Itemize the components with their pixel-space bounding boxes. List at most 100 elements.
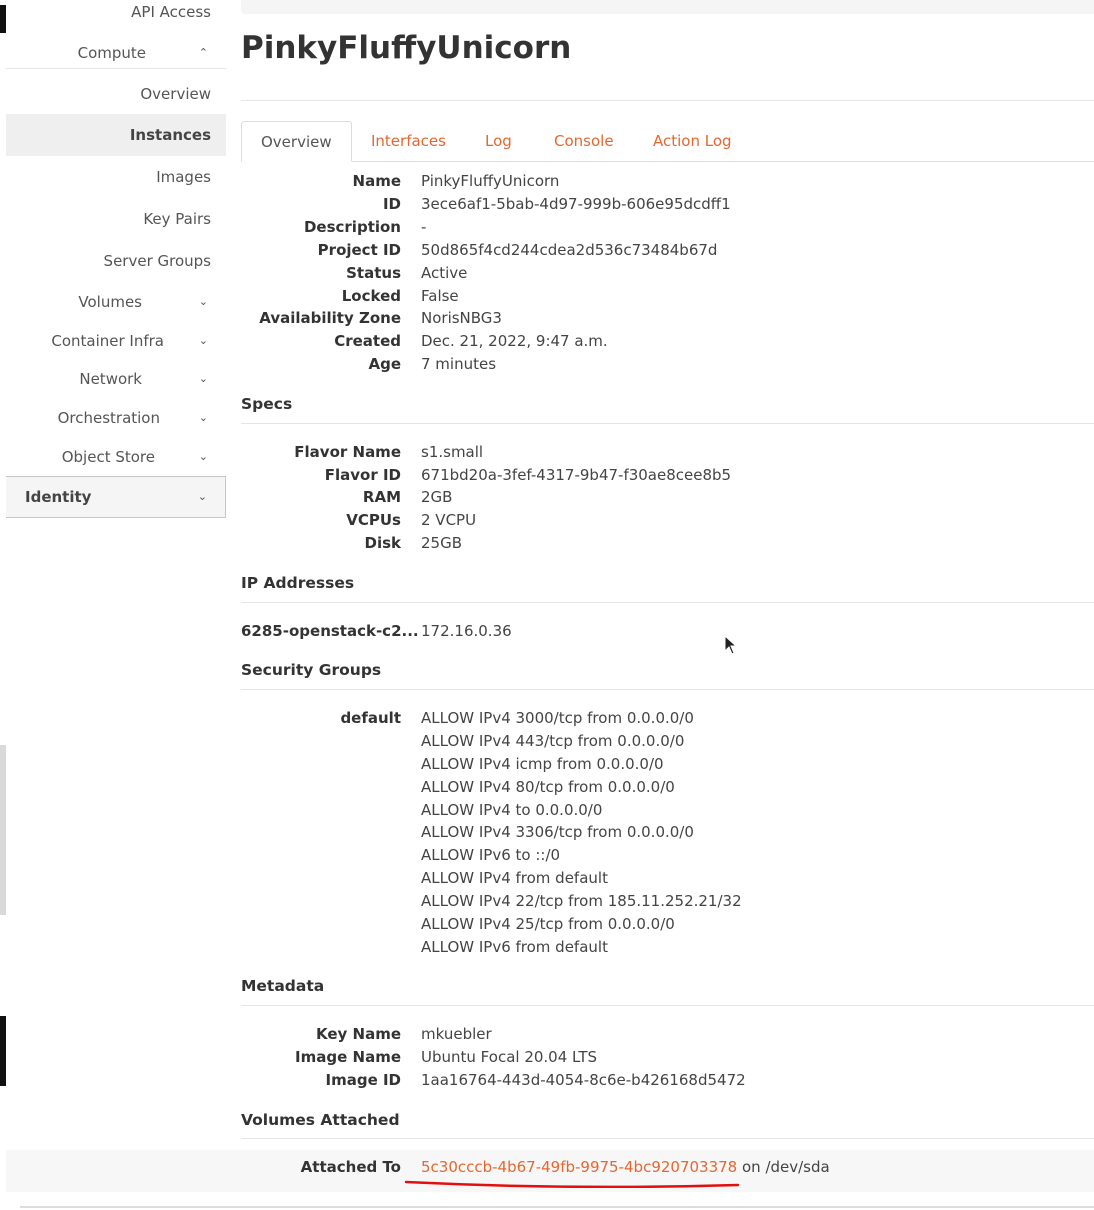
detail-row-ram: RAM 2GB [241,488,1094,511]
detail-row-vcpus: VCPUs 2 VCPU [241,511,1094,534]
detail-value: False [421,287,459,305]
mouse-cursor-icon [724,635,738,655]
divider [241,1138,1094,1139]
tab-console[interactable]: Console [554,121,614,161]
detail-value: - [421,218,427,236]
detail-label: Flavor Name [294,443,401,461]
detail-label: Key Name [315,1025,401,1043]
divider [20,1206,1094,1208]
sidebar-item-overview[interactable]: Overview [6,85,226,103]
sidebar-item-label: Instances [129,126,211,144]
detail-value: 2GB [421,488,453,506]
security-rule: ALLOW IPv4 icmp from 0.0.0.0/0 [421,755,664,773]
section-heading-security-groups: Security Groups [241,661,382,679]
detail-label: Description [303,218,401,236]
detail-value: PinkyFluffyUnicorn [421,172,560,190]
chevron-down-icon: ⌄ [198,295,208,308]
detail-row-key-name: Key Name mkuebler [241,1025,1094,1048]
security-rule: ALLOW IPv4 25/tcp from 0.0.0.0/0 [421,915,675,933]
sidebar-item-api-access[interactable]: API Access [6,3,226,21]
image-name-link[interactable]: Ubuntu Focal 20.04 LTS [421,1048,597,1066]
sidebar-item-instances[interactable]: Instances [6,114,226,156]
section-heading-volumes-attached: Volumes Attached [241,1111,400,1129]
chevron-down-icon: ⌄ [198,372,208,385]
red-underline-annotation [404,1180,740,1188]
detail-row-name: Name PinkyFluffyUnicorn [241,172,1094,195]
section-heading-metadata: Metadata [241,977,325,995]
tab-action-log[interactable]: Action Log [653,121,732,161]
detail-value: 172.16.0.36 [421,622,512,640]
detail-value: 1aa16764-443d-4054-8c6e-b426168d5472 [421,1071,746,1089]
divider [241,423,1094,424]
tab-log[interactable]: Log [485,121,512,161]
detail-row-security-rule: ALLOW IPv4 to 0.0.0.0/0 [241,801,1094,824]
detail-row-security-rule: ALLOW IPv4 22/tcp from 185.11.252.21/32 [241,892,1094,915]
security-rule: ALLOW IPv6 to ::/0 [421,846,561,864]
detail-row-description: Description - [241,218,1094,241]
detail-row-created: Created Dec. 21, 2022, 9:47 a.m. [241,332,1094,355]
detail-value: 7 minutes [421,355,497,373]
sidebar-item-label: Images [156,168,211,186]
detail-value: 25GB [421,534,463,552]
detail-label: Attached To [300,1158,401,1176]
detail-label: Disk [364,534,402,552]
detail-label: Flavor ID [324,466,401,484]
detail-value: 2 VCPU [421,511,477,529]
sidebar-item-label: Compute [77,44,146,62]
divider [6,68,226,69]
breadcrumb [241,0,1094,14]
detail-row-attached-to: Attached To 5c30cccb-4b67-49fb-9975-4bc9… [241,1158,1094,1181]
tab-interfaces[interactable]: Interfaces [371,121,446,161]
security-rule: ALLOW IPv4 from default [421,869,608,887]
detail-row-security-rule: ALLOW IPv4 icmp from 0.0.0.0/0 [241,755,1094,778]
security-rule: ALLOW IPv4 to 0.0.0.0/0 [421,801,603,819]
detail-value: NorisNBG3 [421,309,502,327]
section-heading-specs: Specs [241,395,293,413]
sidebar-item-label: API Access [131,3,211,21]
detail-row-availability-zone: Availability Zone NorisNBG3 [241,309,1094,332]
detail-row-age: Age 7 minutes [241,355,1094,378]
detail-label: Age [368,355,401,373]
detail-row-id: ID 3ece6af1-5bab-4d97-999b-606e95dcdff1 [241,195,1094,218]
detail-value: 5c30cccb-4b67-49fb-9975-4bc920703378 on … [421,1158,830,1176]
detail-value: Dec. 21, 2022, 9:47 a.m. [421,332,608,350]
security-rule: ALLOW IPv4 3306/tcp from 0.0.0.0/0 [421,823,694,841]
detail-label: Image ID [325,1071,402,1089]
chevron-down-icon: ⌄ [198,411,208,424]
detail-value: 3ece6af1-5bab-4d97-999b-606e95dcdff1 [421,195,731,213]
detail-label: RAM [362,488,401,506]
detail-value: Active [421,264,468,282]
tab-bar: Overview Interfaces Log Console Action L… [241,121,1094,162]
detail-label: Created [334,332,401,350]
detail-row-security-rule: ALLOW IPv6 from default [241,938,1094,961]
section-heading-ip-addresses: IP Addresses [241,574,355,592]
chevron-down-icon: ⌄ [198,334,208,347]
sidebar-item-label: Identity [25,488,92,506]
detail-row-security-rule: ALLOW IPv4 3306/tcp from 0.0.0.0/0 [241,823,1094,846]
detail-label: VCPUs [346,511,401,529]
security-rule: ALLOW IPv4 443/tcp from 0.0.0.0/0 [421,732,685,750]
security-rule: ALLOW IPv6 from default [421,938,608,956]
sidebar-item-key-pairs[interactable]: Key Pairs [6,210,226,228]
detail-row-locked: Locked False [241,287,1094,310]
divider [241,100,1094,101]
detail-row-security-rule: ALLOW IPv4 from default [241,869,1094,892]
sidebar-item-label: Key Pairs [143,210,211,228]
detail-value: s1.small [421,443,484,461]
detail-label: Name [352,172,401,190]
sidebar-item-label: Server Groups [103,252,211,270]
detail-value: mkuebler [421,1025,492,1043]
detail-value: 50d865f4cd244cdea2d536c73484b67d [421,241,718,259]
sidebar-item-identity[interactable]: Identity ⌄ [6,476,226,518]
detail-value: 671bd20a-3fef-4317-9b47-f30ae8cee8b5 [421,466,732,484]
tab-overview[interactable]: Overview [241,121,352,162]
sidebar-item-server-groups[interactable]: Server Groups [6,252,226,270]
detail-row-security-rule: ALLOW IPv4 80/tcp from 0.0.0.0/0 [241,778,1094,801]
sidebar-item-images[interactable]: Images [6,168,226,186]
divider [241,602,1094,603]
detail-row-image-name: Image Name Ubuntu Focal 20.04 LTS [241,1048,1094,1071]
volume-link[interactable]: 5c30cccb-4b67-49fb-9975-4bc920703378 [421,1158,737,1176]
page-title: PinkyFluffyUnicorn [241,30,572,66]
sidebar-item-label: Container Infra [51,332,164,350]
detail-label: Availability Zone [259,309,401,327]
